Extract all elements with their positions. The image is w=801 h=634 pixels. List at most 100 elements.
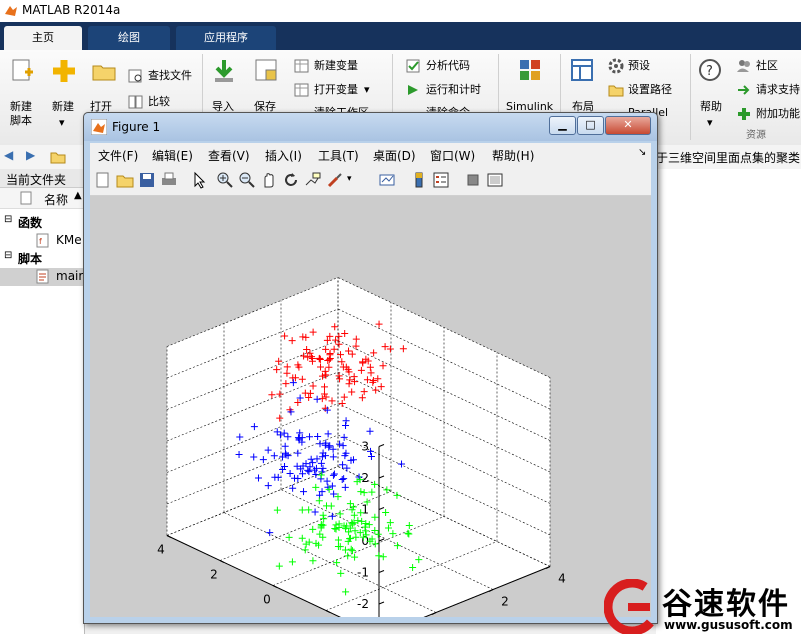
help-button[interactable]: ? 帮助 ▾ (698, 58, 726, 143)
menu-tools[interactable]: 工具(T) (318, 147, 359, 164)
save-icon[interactable] (138, 171, 156, 189)
preferences-button[interactable]: 预设 (608, 58, 688, 74)
z-tick-label: -1 (357, 566, 369, 580)
rotate-icon[interactable] (282, 171, 300, 189)
watermark: 谷速软件 www.gususoft.com (604, 579, 801, 634)
set-path-button[interactable]: 设置路径 (608, 82, 688, 98)
show-plot-tools-icon[interactable] (486, 171, 504, 189)
simulink-icon (520, 60, 540, 80)
figure-menu-bar: 文件(F) 编辑(E) 查看(V) 插入(I) 工具(T) 桌面(D) 窗口(W… (90, 143, 651, 167)
command-window-area[interactable] (656, 169, 801, 634)
brush-icon[interactable] (326, 171, 344, 189)
request-support-button[interactable]: 请求支持 (736, 82, 801, 98)
import-icon (215, 60, 233, 82)
link-icon[interactable] (378, 171, 396, 189)
menu-desktop[interactable]: 桌面(D) (373, 147, 416, 164)
name-column-header[interactable]: 名称 ▲ (0, 188, 84, 209)
new-button[interactable]: 新建 ▾ (50, 58, 80, 143)
functions-label: 函数 (18, 216, 43, 230)
menu-edit[interactable]: 编辑(E) (152, 147, 193, 164)
zoom-out-icon[interactable] (238, 171, 256, 189)
new-script-button[interactable]: 新建 脚本 (8, 58, 38, 143)
plus-icon (738, 108, 750, 120)
script-item-label: mair (56, 269, 84, 283)
resources-group-label: 资源 (746, 130, 766, 141)
colorbar-icon[interactable] (410, 171, 428, 189)
addons-button[interactable]: 附加功能 (736, 106, 801, 122)
find-files-button[interactable]: 查找文件 (128, 68, 198, 84)
list-item[interactable]: f KMe (36, 232, 84, 250)
maximize-button[interactable]: □ (577, 116, 604, 135)
list-item[interactable]: mair (0, 268, 84, 286)
zoom-in-icon[interactable] (216, 171, 234, 189)
run-and-time-button[interactable]: 运行和计时 (406, 82, 496, 98)
menu-window[interactable]: 窗口(W) (430, 147, 475, 164)
open-file-icon[interactable] (116, 171, 134, 189)
help-label: 帮助 (700, 100, 722, 113)
compare-label: 比较 (148, 95, 170, 108)
new-variable-button[interactable]: 新建变量 (294, 58, 384, 74)
collapse-icon[interactable]: ⊟ (4, 214, 12, 225)
gear-icon (608, 58, 624, 74)
figure-toolbar: ▾ (90, 167, 651, 196)
community-icon (737, 60, 750, 72)
hide-plot-tools-icon[interactable] (464, 171, 482, 189)
menu-insert[interactable]: 插入(I) (265, 147, 302, 164)
tab-plots[interactable]: 绘图 (88, 26, 170, 50)
find-files-icon (128, 69, 142, 83)
chevron-down-icon[interactable]: ▾ (347, 174, 352, 184)
compare-button[interactable]: 比较 (128, 94, 198, 110)
y-tick-label: 2 (501, 595, 509, 609)
app-title: MATLAB R2014a (22, 3, 121, 17)
chevron-down-icon: ▾ (707, 116, 713, 129)
sort-arrow-icon: ▲ (74, 190, 82, 201)
figure-canvas[interactable]: 3210-1-2-3420-2-4-2024 (90, 196, 651, 634)
figure-window[interactable]: Figure 1 ▁ □ ✕ 文件(F) 编辑(E) 查看(V) 插入(I) 工… (83, 112, 658, 634)
matlab-logo-icon (91, 119, 107, 135)
y-tick-label: 4 (558, 572, 566, 586)
tab-apps[interactable]: 应用程序 (176, 26, 276, 50)
menu-view[interactable]: 查看(V) (208, 147, 250, 164)
data-cursor-icon[interactable] (304, 171, 322, 189)
plus-icon (53, 60, 75, 82)
dock-arrow-icon[interactable]: ↘ (638, 147, 646, 158)
forward-arrow-icon[interactable]: ▶ (26, 148, 35, 162)
scripts-group[interactable]: ⊟ 脚本 (4, 250, 84, 268)
community-button[interactable]: 社区 (736, 58, 801, 74)
compare-icon (128, 95, 143, 109)
new-script-icon (12, 59, 33, 81)
x-tick-label: 2 (210, 568, 218, 582)
close-button[interactable]: ✕ (605, 116, 651, 135)
z-tick-label: 2 (361, 471, 369, 485)
scatter3d-plot[interactable]: 3210-1-2-3420-2-4-2024 (90, 196, 651, 634)
collapse-icon[interactable]: ⊟ (4, 250, 12, 261)
new-figure-icon[interactable] (94, 171, 112, 189)
folder-icon (92, 65, 116, 81)
pan-icon[interactable] (260, 171, 278, 189)
brand-url: www.gususoft.com (664, 618, 793, 632)
z-tick-label: 1 (361, 503, 369, 517)
find-files-label: 查找文件 (148, 69, 192, 82)
figure-title-bar[interactable]: Figure 1 ▁ □ ✕ (84, 113, 657, 141)
pointer-icon[interactable] (190, 171, 208, 189)
functions-group[interactable]: ⊟ 函数 (4, 214, 84, 232)
menu-file[interactable]: 文件(F) (98, 147, 138, 164)
new-label: 新建 (52, 100, 74, 113)
legend-icon[interactable] (432, 171, 450, 189)
print-icon[interactable] (160, 171, 178, 189)
svg-text:f: f (39, 237, 42, 246)
analyze-code-button[interactable]: 分析代码 (406, 58, 496, 74)
x-tick-label: 4 (157, 543, 165, 557)
request-support-label: 请求支持 (756, 83, 800, 96)
open-variable-icon (294, 83, 309, 97)
matlab-title-bar: MATLAB R2014a (0, 0, 801, 22)
open-variable-button[interactable]: 打开变量 ▾ (294, 82, 384, 98)
tab-home[interactable]: 主页 (4, 26, 82, 50)
up-folder-icon[interactable] (50, 149, 66, 165)
script-file-icon (36, 269, 49, 284)
menu-help[interactable]: 帮助(H) (492, 147, 534, 164)
preferences-label: 预设 (628, 59, 650, 72)
minimize-button[interactable]: ▁ (549, 116, 576, 135)
back-arrow-icon[interactable]: ◀ (4, 148, 13, 162)
analyze-code-label: 分析代码 (426, 59, 470, 72)
